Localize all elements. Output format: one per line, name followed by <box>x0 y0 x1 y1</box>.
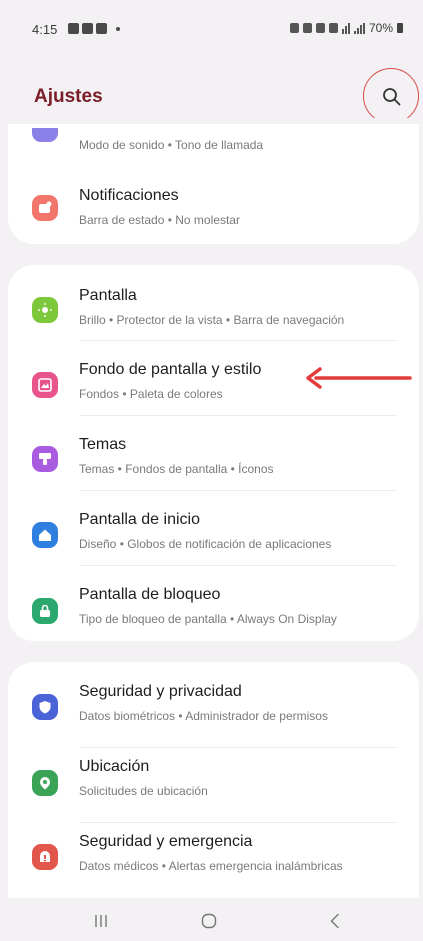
settings-item-subtitle: Solicitudes de ubicación <box>79 784 208 798</box>
settings-item-subtitle: Tipo de bloqueo de pantalla • Always On … <box>79 612 337 626</box>
annotation-arrow <box>306 367 412 389</box>
battery-percent: 70% <box>368 21 393 35</box>
recents-button[interactable] <box>94 914 108 928</box>
search-button[interactable] <box>381 86 403 108</box>
settings-item-title: Ubicación <box>79 758 150 775</box>
display-icon <box>32 297 58 323</box>
security-icon <box>32 694 58 720</box>
divider <box>79 415 397 416</box>
mute-icon <box>328 23 338 33</box>
settings-item-location[interactable]: Ubicación Solicitudes de ubicación <box>8 747 419 823</box>
settings-item-notifications[interactable]: Notificaciones Barra de estado • No mole… <box>8 178 419 254</box>
status-system-icons: 70% <box>289 21 403 35</box>
search-icon <box>383 88 401 106</box>
divider <box>79 565 397 566</box>
settings-item-title: Pantalla de inicio <box>79 511 200 528</box>
settings-item-lock-screen[interactable]: Pantalla de bloqueo Tipo de bloqueo de p… <box>8 575 419 651</box>
settings-item-subtitle: Temas • Fondos de pantalla • Íconos <box>79 462 274 476</box>
wallpaper-icon <box>32 372 58 398</box>
home-button[interactable] <box>201 913 217 929</box>
settings-group-security: Seguridad y privacidad Datos biométricos… <box>8 662 419 898</box>
message-notification-icon <box>96 23 107 34</box>
settings-item-subtitle: Fondos • Paleta de colores <box>79 387 223 401</box>
back-button[interactable] <box>328 913 342 929</box>
emergency-icon <box>32 844 58 870</box>
battery-icon <box>397 23 403 33</box>
notifications-icon <box>32 195 58 221</box>
settings-item-emergency[interactable]: Seguridad y emergencia Datos médicos • A… <box>8 822 419 898</box>
settings-item-sound[interactable]: Modo de sonido • Tono de llamada <box>8 124 419 164</box>
settings-item-subtitle: Diseño • Globos de notificación de aplic… <box>79 537 332 551</box>
settings-group-sound: Modo de sonido • Tono de llamada Notific… <box>8 124 419 244</box>
more-notifications-icon <box>116 27 120 31</box>
gallery-notification-icon <box>68 23 79 34</box>
settings-item-title: Seguridad y privacidad <box>79 683 242 700</box>
settings-item-title: Seguridad y emergencia <box>79 833 253 850</box>
settings-item-security[interactable]: Seguridad y privacidad Datos biométricos… <box>8 672 419 748</box>
navigation-bar <box>0 900 423 941</box>
settings-group-display: Pantalla Brillo • Protector de la vista … <box>8 265 419 641</box>
settings-item-title: Pantalla <box>79 287 137 304</box>
wifi-icon <box>341 22 350 34</box>
settings-item-title: Pantalla de bloqueo <box>79 586 221 603</box>
settings-item-subtitle: Brillo • Protector de la vista • Barra d… <box>79 313 345 327</box>
status-bar: 4:15 70% <box>0 0 423 60</box>
settings-item-title: Temas <box>79 436 127 453</box>
lock-screen-icon <box>32 598 58 624</box>
bluetooth-icon <box>315 23 325 33</box>
settings-item-subtitle: Barra de estado • No molestar <box>79 213 240 227</box>
themes-icon <box>32 446 58 472</box>
divider <box>79 490 397 491</box>
home-screen-icon <box>32 522 58 548</box>
status-time: 4:15 <box>32 22 58 37</box>
settings-item-title: Fondo de pantalla y estilo <box>79 361 262 378</box>
status-notification-icons <box>68 23 120 34</box>
settings-item-subtitle: Modo de sonido • Tono de llamada <box>79 138 264 152</box>
page-title: Ajustes <box>34 86 103 107</box>
settings-item-subtitle: Datos médicos • Alertas emergencia inalá… <box>79 859 343 873</box>
sound-icon <box>32 128 58 142</box>
app-notification-icon <box>82 23 93 34</box>
divider <box>79 340 397 341</box>
settings-item-subtitle: Datos biométricos • Administrador de per… <box>79 709 328 723</box>
nfc-icon <box>302 23 312 33</box>
location-icon <box>32 770 58 796</box>
settings-item-title: Notificaciones <box>79 187 179 204</box>
alarm-icon <box>289 23 299 33</box>
signal-icon <box>353 22 365 34</box>
